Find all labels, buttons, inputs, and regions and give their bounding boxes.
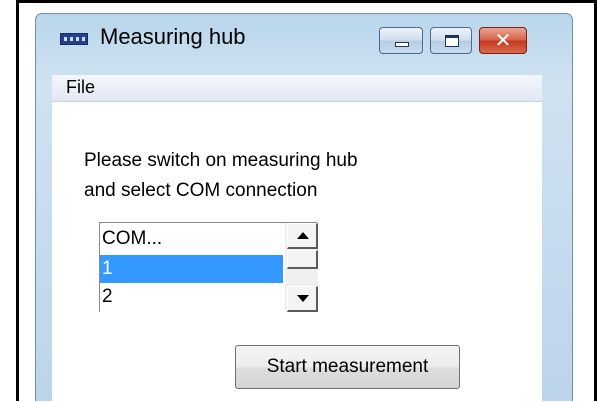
minimize-button[interactable] (379, 27, 423, 54)
arrow-down-icon (297, 295, 309, 302)
instruction-text-line1: Please switch on measuring hub (84, 150, 358, 171)
close-icon: ✕ (494, 28, 512, 52)
title-bar[interactable]: Measuring hub ✕ (36, 14, 572, 68)
com-list-item[interactable]: COM... (100, 225, 283, 253)
maximize-icon (445, 35, 459, 47)
instruction-text-line2: and select COM connection (84, 180, 318, 201)
screenshot-frame-left (16, 0, 19, 401)
maximize-button[interactable] (430, 27, 472, 54)
scroll-thumb[interactable] (287, 250, 318, 269)
scroll-up-button[interactable] (287, 223, 318, 249)
com-list-item[interactable]: 2 (100, 283, 283, 311)
client-area: Please switch on measuring hub and selec… (52, 102, 542, 402)
measuring-hub-window: Measuring hub ✕ File Please switch on me… (35, 13, 573, 402)
close-button[interactable]: ✕ (479, 27, 527, 54)
scroll-down-button[interactable] (287, 286, 318, 312)
app-icon (60, 33, 88, 45)
com-list-item-selected[interactable]: 1 (100, 255, 283, 283)
menu-bar: File (52, 75, 542, 102)
com-port-listbox[interactable]: COM... 1 2 (99, 222, 318, 312)
screenshot-frame-top (16, 0, 597, 3)
minimize-icon (395, 42, 409, 47)
menu-file[interactable]: File (66, 77, 95, 98)
start-measurement-button[interactable]: Start measurement (235, 345, 460, 389)
arrow-up-icon (297, 232, 309, 239)
window-title: Measuring hub (100, 24, 246, 49)
vertical-scrollbar[interactable] (285, 223, 318, 312)
